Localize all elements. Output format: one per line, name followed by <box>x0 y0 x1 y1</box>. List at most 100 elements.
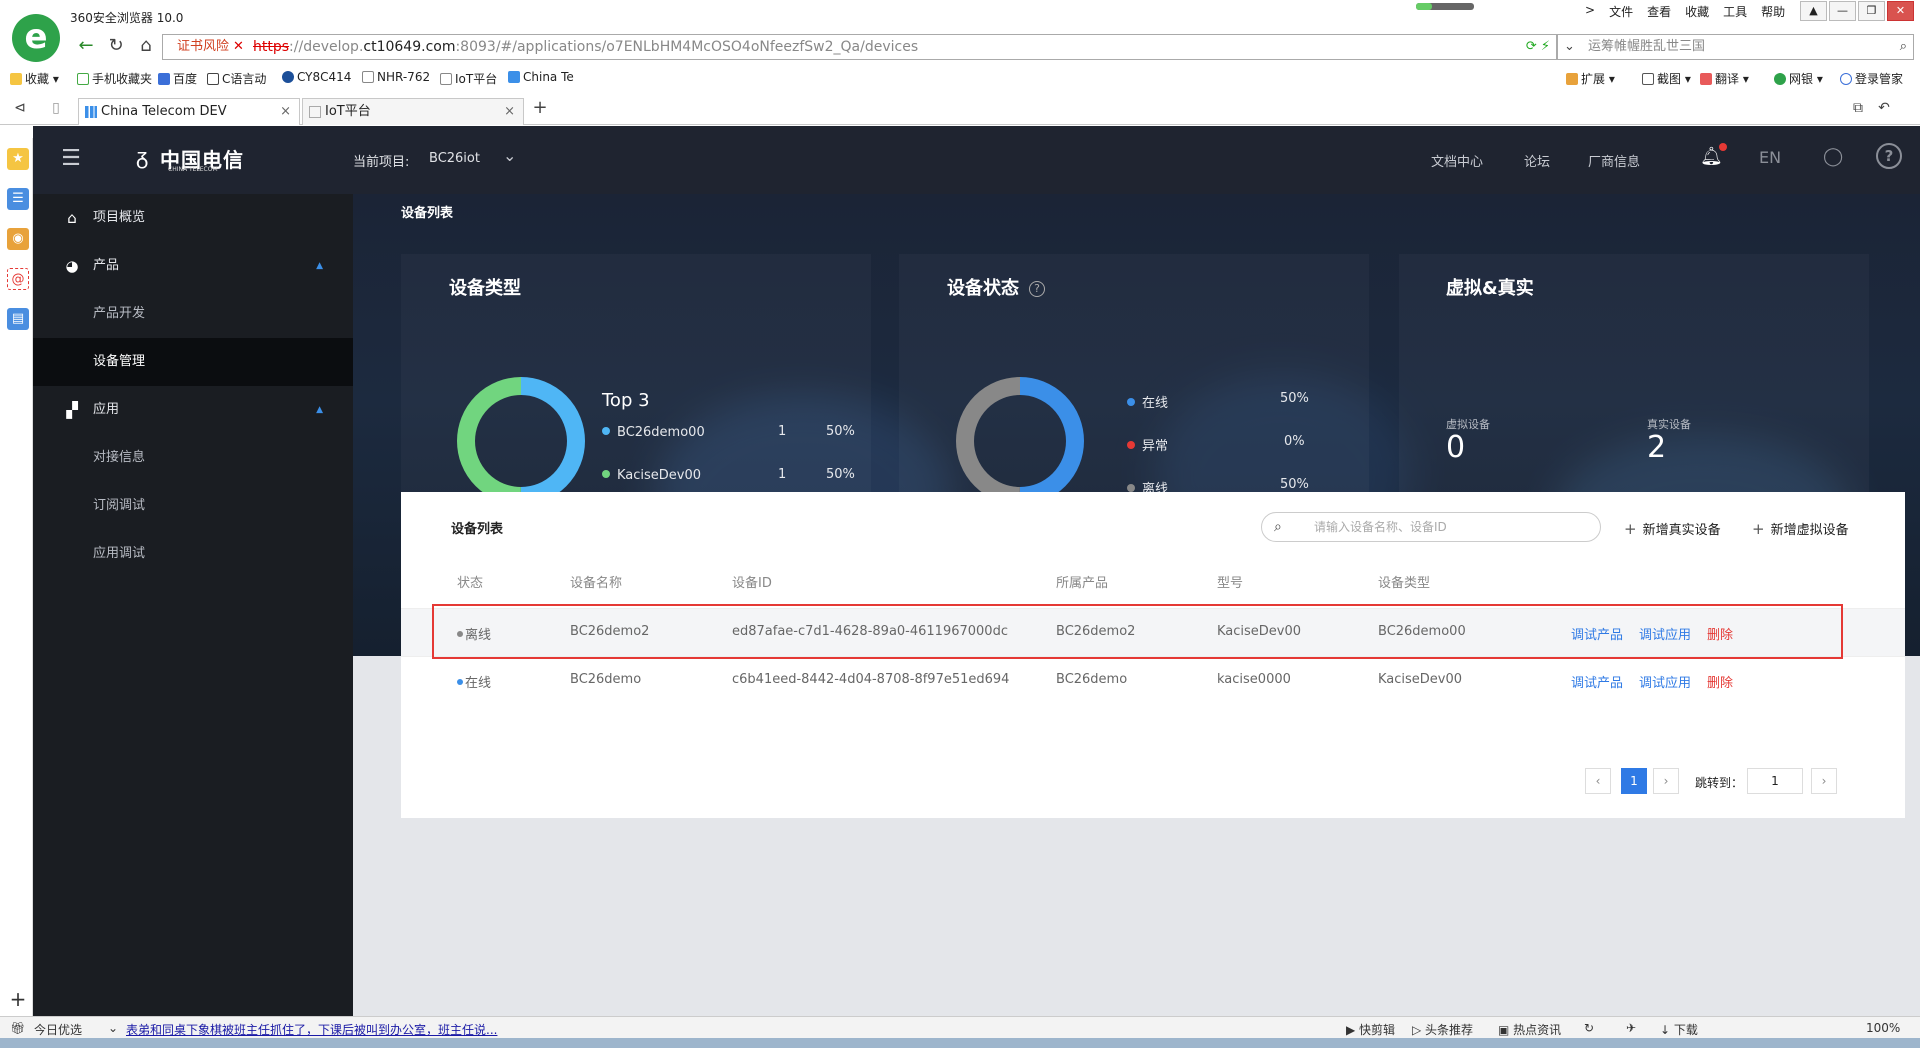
scissors-icon <box>1642 73 1654 85</box>
bookmark-cy8c[interactable]: CY8C414 <box>282 70 351 84</box>
url-bar[interactable]: 证书风险 ✕ https://develop.ct10649.com:8093/… <box>162 34 1557 60</box>
search-icon[interactable]: ⌕ <box>1900 35 1907 59</box>
quick-edit[interactable]: ▶ 快剪辑 <box>1346 1021 1395 1038</box>
bar-chart-icon <box>85 106 97 118</box>
menu-chevron-icon[interactable]: > <box>1585 3 1595 20</box>
speed-mode-icon[interactable]: ⟳ ⚡ <box>1526 35 1550 59</box>
today-picks[interactable]: 今日优选 <box>34 1021 82 1038</box>
bookmark-mobile[interactable]: 手机收藏夹 <box>77 70 152 87</box>
table-row[interactable]: 在线 BC26demo c6b41eed-8442-4d04-8708-8f97… <box>401 656 1905 704</box>
menu-tools[interactable]: 工具 <box>1723 3 1747 20</box>
headline-recommend[interactable]: ▷ 头条推荐 <box>1412 1021 1473 1038</box>
minimize-button[interactable]: — <box>1829 1 1856 21</box>
device-search-input[interactable]: ⌕ 请输入设备名称、设备ID <box>1261 512 1601 542</box>
bookmark-bank[interactable]: 网银 ▾ <box>1774 70 1823 87</box>
home-icon[interactable]: ⌂ <box>134 35 158 59</box>
refresh-icon[interactable]: ↻ <box>104 35 128 59</box>
debug-product-link[interactable]: 调试产品 <box>1571 672 1623 691</box>
sidebar-item-integration[interactable]: 对接信息 <box>33 434 353 482</box>
bookmark-iot[interactable]: IoT平台 <box>440 70 497 87</box>
download[interactable]: ↓ 下载 <box>1660 1021 1698 1038</box>
page-current[interactable]: 1 <box>1621 768 1647 794</box>
news-ticker[interactable]: 表弟和同桌下象棋被班主任抓住了，下课后被叫到办公室，班主任说... <box>126 1021 497 1038</box>
tab-china-telecom[interactable]: China Telecom DEV × <box>78 98 300 125</box>
list-icon[interactable]: ☰ <box>7 188 29 210</box>
star-icon[interactable]: ★ <box>7 148 29 170</box>
sidebar-item-device-management[interactable]: 设备管理 <box>33 338 353 386</box>
extension-icon <box>1566 73 1578 85</box>
bookmark-favorites[interactable]: 收藏 ▾ <box>10 70 59 87</box>
bookmark-c[interactable]: C语言动 <box>207 70 266 87</box>
tab-iot-platform[interactable]: IoT平台 × <box>302 98 524 125</box>
bookmark-baidu[interactable]: 百度 <box>158 70 197 87</box>
close-icon[interactable]: × <box>280 99 291 124</box>
pin-icon[interactable]: ✈ <box>1626 1021 1636 1035</box>
close-button[interactable]: ✕ <box>1887 1 1914 21</box>
refresh-icon[interactable]: ↻ <box>1584 1021 1594 1035</box>
jump-input[interactable]: 1 <box>1747 768 1803 794</box>
debug-app-link[interactable]: 调试应用 <box>1639 672 1691 691</box>
menu-icon[interactable]: ☰ <box>53 144 89 176</box>
chevron-down-icon[interactable]: ⌄ <box>503 146 516 165</box>
undo-close-icon[interactable]: ↶ <box>1872 97 1896 121</box>
link-forum[interactable]: 论坛 <box>1524 151 1550 170</box>
baidu-icon <box>158 73 170 85</box>
sidebar-item-overview[interactable]: ⌂ 项目概览 <box>33 194 353 242</box>
gift-icon[interactable]: 🎁︎ <box>10 1021 25 1035</box>
legend-abnormal: 异常 <box>1127 435 1168 454</box>
maximize-button[interactable]: ❐ <box>1858 1 1885 21</box>
bookmark-login[interactable]: 登录管家 <box>1840 70 1903 87</box>
menu-help[interactable]: 帮助 <box>1761 3 1785 20</box>
add-icon[interactable]: + <box>7 988 29 1010</box>
column-device-name: 设备名称 <box>570 576 623 591</box>
chevron-down-icon[interactable]: ⌄ <box>1564 35 1575 59</box>
sidebar-item-apps[interactable]: ▞ 应用 ▲ <box>33 386 353 434</box>
sidebar-toggle-icon[interactable]: ⊲ <box>8 97 32 121</box>
mail-icon[interactable]: @ <box>7 268 29 290</box>
chevron-up-icon: ▲ <box>316 405 323 415</box>
sidebar-item-product-dev[interactable]: 产品开发 <box>33 290 353 338</box>
sidebar-item-product[interactable]: ◕ 产品 ▲ <box>33 242 353 290</box>
next-page-icon[interactable]: › <box>1653 768 1679 794</box>
language-switch[interactable]: EN <box>1759 148 1781 167</box>
user-icon[interactable]: ◯ <box>1823 146 1843 167</box>
url-text[interactable]: https://develop.ct10649.com:8093/#/appli… <box>253 35 918 59</box>
jump-go-icon[interactable]: › <box>1811 768 1837 794</box>
menu-file[interactable]: 文件 <box>1609 3 1633 20</box>
bookmark-screenshot[interactable]: 截图 ▾ <box>1642 70 1691 87</box>
bookmark-chinate[interactable]: China Te <box>508 70 574 84</box>
menu-view[interactable]: 查看 <box>1647 3 1671 20</box>
help-icon[interactable]: ? <box>1029 281 1045 297</box>
bookmark-nhr[interactable]: NHR-762 <box>362 70 430 84</box>
device-type-title: 设备类型 <box>449 278 521 299</box>
add-virtual-device-button[interactable]: + 新增虚拟设备 <box>1752 519 1849 538</box>
back-arrow-icon[interactable]: ← <box>74 35 98 59</box>
sidebar-item-app-debug[interactable]: 应用调试 <box>33 530 353 578</box>
new-tab-icon[interactable]: + <box>528 97 552 121</box>
bookmark-translate[interactable]: 翻译 ▾ <box>1700 70 1749 87</box>
weibo-icon[interactable]: ◉ <box>7 228 29 250</box>
add-real-device-button[interactable]: + 新增真实设备 <box>1624 519 1721 538</box>
reading-icon[interactable]: ▯ <box>44 97 68 121</box>
device-list-panel: 设备列表 ⌕ 请输入设备名称、设备ID + 新增真实设备 + 新增虚拟设备 状态 设… <box>401 492 1905 818</box>
hot-news[interactable]: ▣ 热点资讯 <box>1498 1021 1561 1038</box>
project-selector[interactable]: BC26iot <box>429 151 480 166</box>
link-vendor[interactable]: 厂商信息 <box>1588 151 1640 170</box>
product-cell: BC26demo <box>1056 672 1128 687</box>
jump-label: 跳转到： <box>1695 776 1744 790</box>
column-device-id: 设备ID <box>732 576 772 591</box>
search-box[interactable]: ⌄ 运筹帷幄胜乱世三国 ⌕ <box>1557 34 1914 60</box>
zoom-level[interactable]: 100% <box>1866 1021 1900 1035</box>
cert-warning[interactable]: 证书风险 <box>177 35 229 59</box>
restore-tabs-icon[interactable]: ⧉ <box>1846 97 1870 121</box>
close-icon[interactable]: × <box>504 99 515 124</box>
link-docs[interactable]: 文档中心 <box>1431 151 1483 170</box>
sidebar-item-subscription-debug[interactable]: 订阅调试 <box>33 482 353 530</box>
skin-icon[interactable]: ▲ <box>1800 1 1827 21</box>
menu-favorites[interactable]: 收藏 <box>1685 3 1709 20</box>
help-icon[interactable]: ? <box>1876 143 1902 169</box>
note-icon[interactable]: ▤ <box>7 308 29 330</box>
delete-link[interactable]: 删除 <box>1707 672 1733 691</box>
bookmark-extensions[interactable]: 扩展 ▾ <box>1566 70 1615 87</box>
prev-page-icon[interactable]: ‹ <box>1585 768 1611 794</box>
